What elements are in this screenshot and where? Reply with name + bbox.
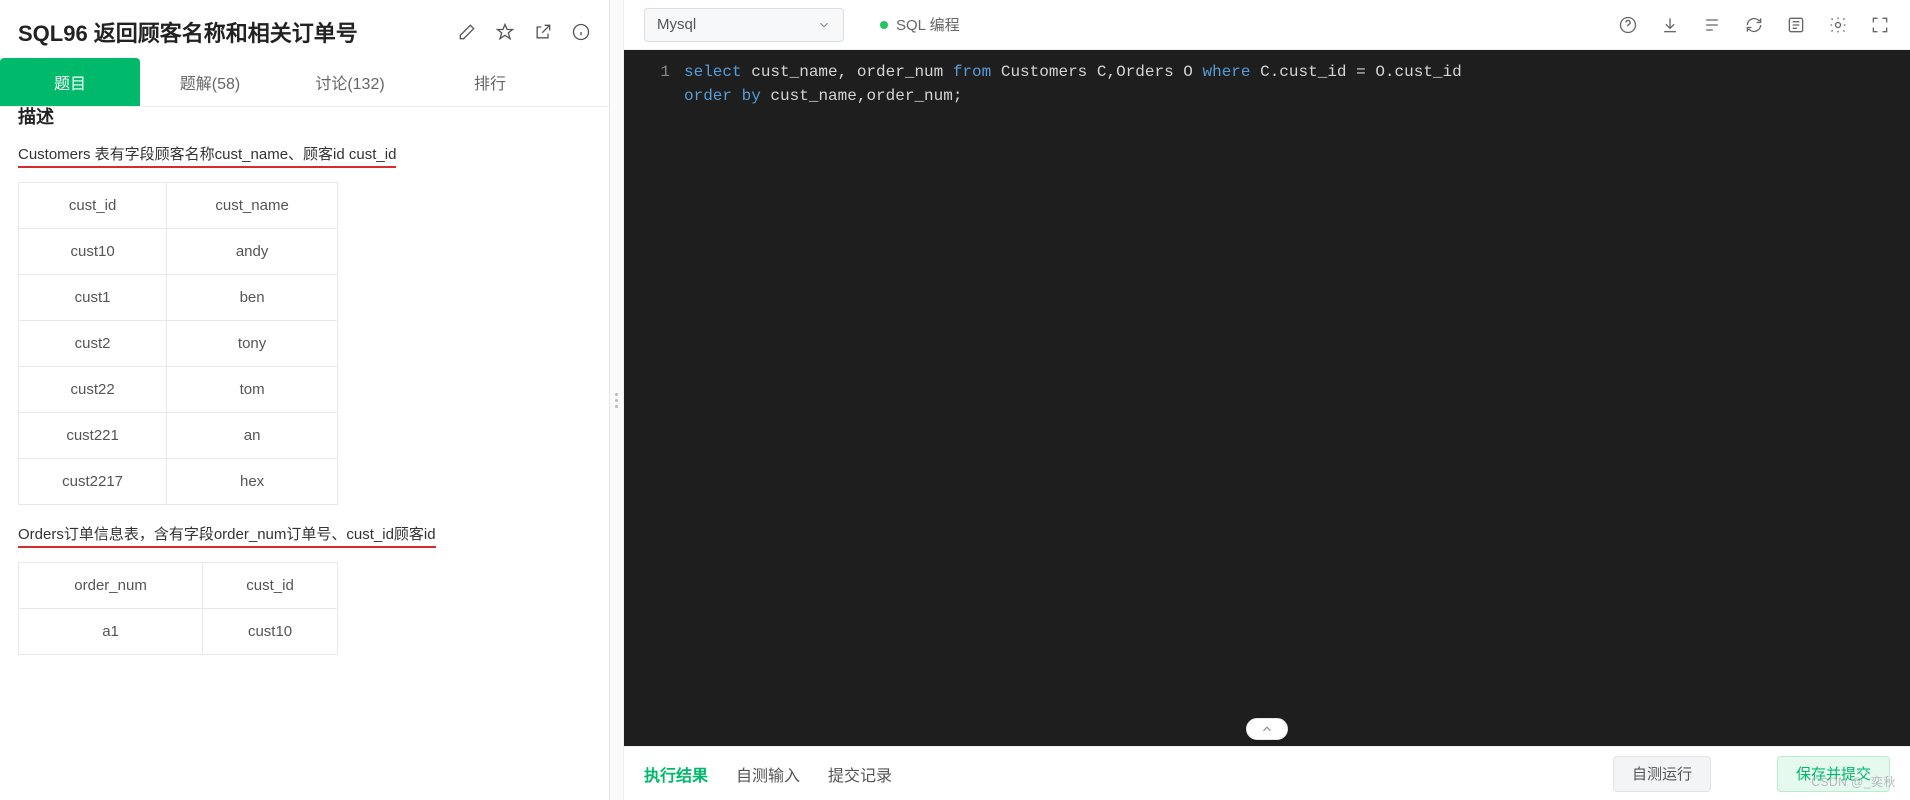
tab-rank[interactable]: 排行	[420, 58, 560, 106]
col-header: order_num	[19, 563, 203, 609]
star-icon[interactable]	[495, 22, 515, 42]
code-area[interactable]: select cust_name, order_num from Custome…	[684, 50, 1910, 746]
col-header: cust_id	[203, 563, 338, 609]
refresh-icon[interactable]	[1744, 15, 1764, 35]
customers-desc: Customers 表有字段顾客名称cust_name、顾客id cust_id	[18, 143, 396, 168]
download-icon[interactable]	[1660, 15, 1680, 35]
pane-resize-handle[interactable]	[610, 0, 624, 800]
list-icon[interactable]	[1702, 15, 1722, 35]
left-tabs: 题目 题解(58) 讨论(132) 排行	[0, 58, 609, 107]
page-title: SQL96 返回顾客名称和相关订单号	[18, 16, 447, 48]
table-row: cust1ben	[19, 275, 338, 321]
line-gutter: 1	[624, 50, 684, 746]
tab-solutions[interactable]: 题解(58)	[140, 58, 280, 106]
tab-discuss[interactable]: 讨论(132)	[280, 58, 420, 106]
tab-self-input[interactable]: 自测输入	[736, 762, 800, 786]
self-test-button[interactable]: 自测运行	[1613, 756, 1711, 792]
tab-problem[interactable]: 题目	[0, 58, 140, 106]
collapse-handle[interactable]	[1246, 718, 1288, 740]
table-row: cust2tony	[19, 321, 338, 367]
customers-table: cust_id cust_name cust10andy cust1ben cu…	[18, 182, 338, 505]
chevron-down-icon	[817, 18, 831, 32]
col-header: cust_name	[167, 183, 338, 229]
desc-heading: 描述	[18, 107, 591, 129]
share-icon[interactable]	[533, 22, 553, 42]
info-icon[interactable]	[571, 22, 591, 42]
language-label: Mysql	[657, 16, 696, 33]
problem-content[interactable]: 描述 Customers 表有字段顾客名称cust_name、顾客id cust…	[0, 107, 609, 800]
orders-table: order_num cust_id a1cust10	[18, 562, 338, 655]
table-row: cust221an	[19, 413, 338, 459]
col-header: cust_id	[19, 183, 167, 229]
status-dot-icon	[880, 21, 888, 29]
fullscreen-icon[interactable]	[1870, 15, 1890, 35]
code-editor[interactable]: 1 select cust_name, order_num from Custo…	[624, 50, 1910, 746]
chevron-up-icon	[1260, 722, 1274, 736]
note-icon[interactable]	[1786, 15, 1806, 35]
edit-icon[interactable]	[457, 22, 477, 42]
table-row: cust2217hex	[19, 459, 338, 505]
help-icon[interactable]	[1618, 15, 1638, 35]
watermark: CSDN @_奕秋	[1811, 773, 1896, 790]
orders-desc: Orders订单信息表，含有字段order_num订单号、cust_id顾客id	[18, 523, 436, 548]
table-row: cust10andy	[19, 229, 338, 275]
tab-run-result[interactable]: 执行结果	[644, 762, 708, 786]
editor-mode: SQL 编程	[880, 14, 960, 35]
table-row: cust22tom	[19, 367, 338, 413]
tab-submit-history[interactable]: 提交记录	[828, 762, 892, 786]
table-row: a1cust10	[19, 609, 338, 655]
settings-icon[interactable]	[1828, 15, 1848, 35]
language-select[interactable]: Mysql	[644, 8, 844, 42]
